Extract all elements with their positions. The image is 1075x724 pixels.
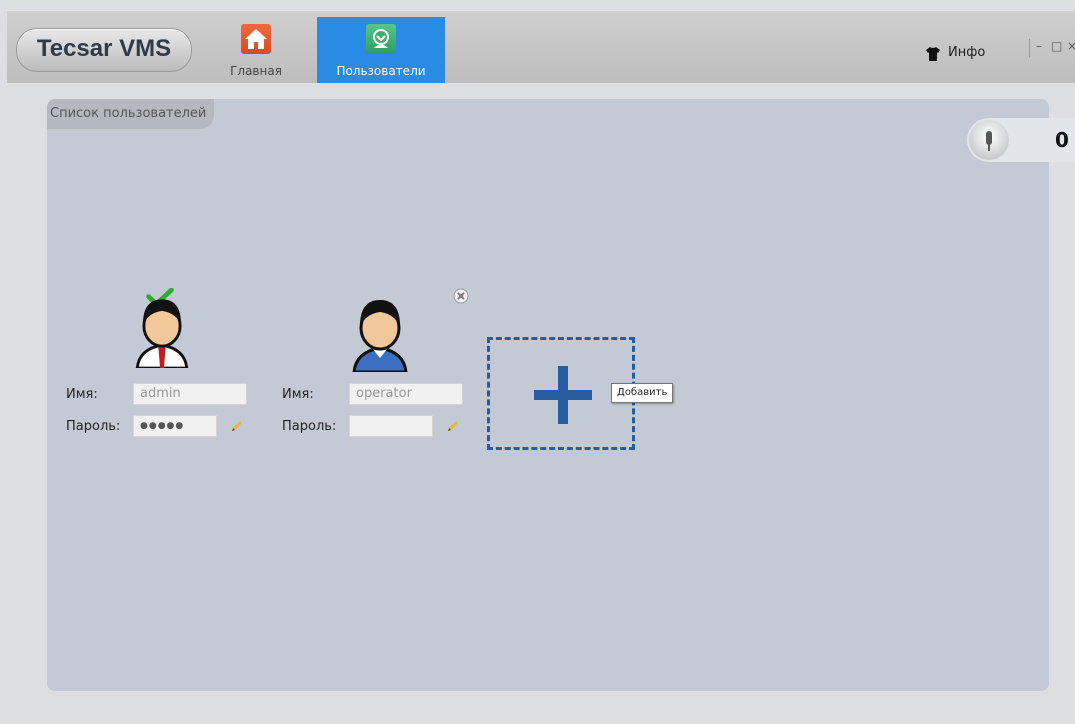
minimize-button[interactable]: – xyxy=(1036,39,1042,53)
nav-label-users: Пользователи xyxy=(336,64,426,78)
password-field[interactable]: ●●●●● xyxy=(133,415,217,437)
password-field[interactable] xyxy=(349,415,433,437)
user-avatar-icon xyxy=(135,288,189,368)
nav-item-users[interactable]: Пользователи xyxy=(317,17,445,83)
user-avatar-icon xyxy=(352,300,408,372)
username-field[interactable]: admin xyxy=(133,383,247,405)
nav-item-home[interactable]: Главная xyxy=(225,17,287,83)
close-button[interactable]: × xyxy=(1067,39,1075,53)
users-icon xyxy=(366,24,396,54)
shirt-icon xyxy=(926,47,940,61)
plus-icon xyxy=(534,366,592,424)
add-tooltip: Добавить xyxy=(611,383,674,403)
password-label: Пароль: xyxy=(282,419,337,434)
title-bar: Tecsar VMS Главная Пользователи Инфо – □ xyxy=(7,10,1075,83)
microphone-icon xyxy=(969,120,1009,160)
panel-title: Список пользователей xyxy=(50,106,207,121)
home-icon xyxy=(241,24,271,54)
counter-value: 0 xyxy=(1055,128,1069,152)
name-label: Имя: xyxy=(66,387,98,402)
nav-label-home: Главная xyxy=(230,64,282,78)
info-label: Инфо xyxy=(948,45,986,60)
user-card-admin: Имя: admin Пароль: ●●●●● xyxy=(66,288,266,448)
app-title: Tecsar VMS xyxy=(36,35,172,62)
username-field[interactable]: operator xyxy=(349,383,463,405)
pencil-icon[interactable] xyxy=(229,418,245,434)
window-controls: – □ × xyxy=(1029,39,1075,57)
close-icon[interactable] xyxy=(453,288,469,304)
online-counter: 0 xyxy=(967,118,1075,162)
pencil-icon[interactable] xyxy=(445,418,461,434)
user-card-operator: Имя: operator Пароль: xyxy=(282,288,482,448)
name-label: Имя: xyxy=(282,387,314,402)
panel-tab: Список пользователей xyxy=(47,99,214,129)
password-label: Пароль: xyxy=(66,419,121,434)
app-logo: Tecsar VMS xyxy=(16,28,192,72)
maximize-button[interactable]: □ xyxy=(1051,39,1062,53)
